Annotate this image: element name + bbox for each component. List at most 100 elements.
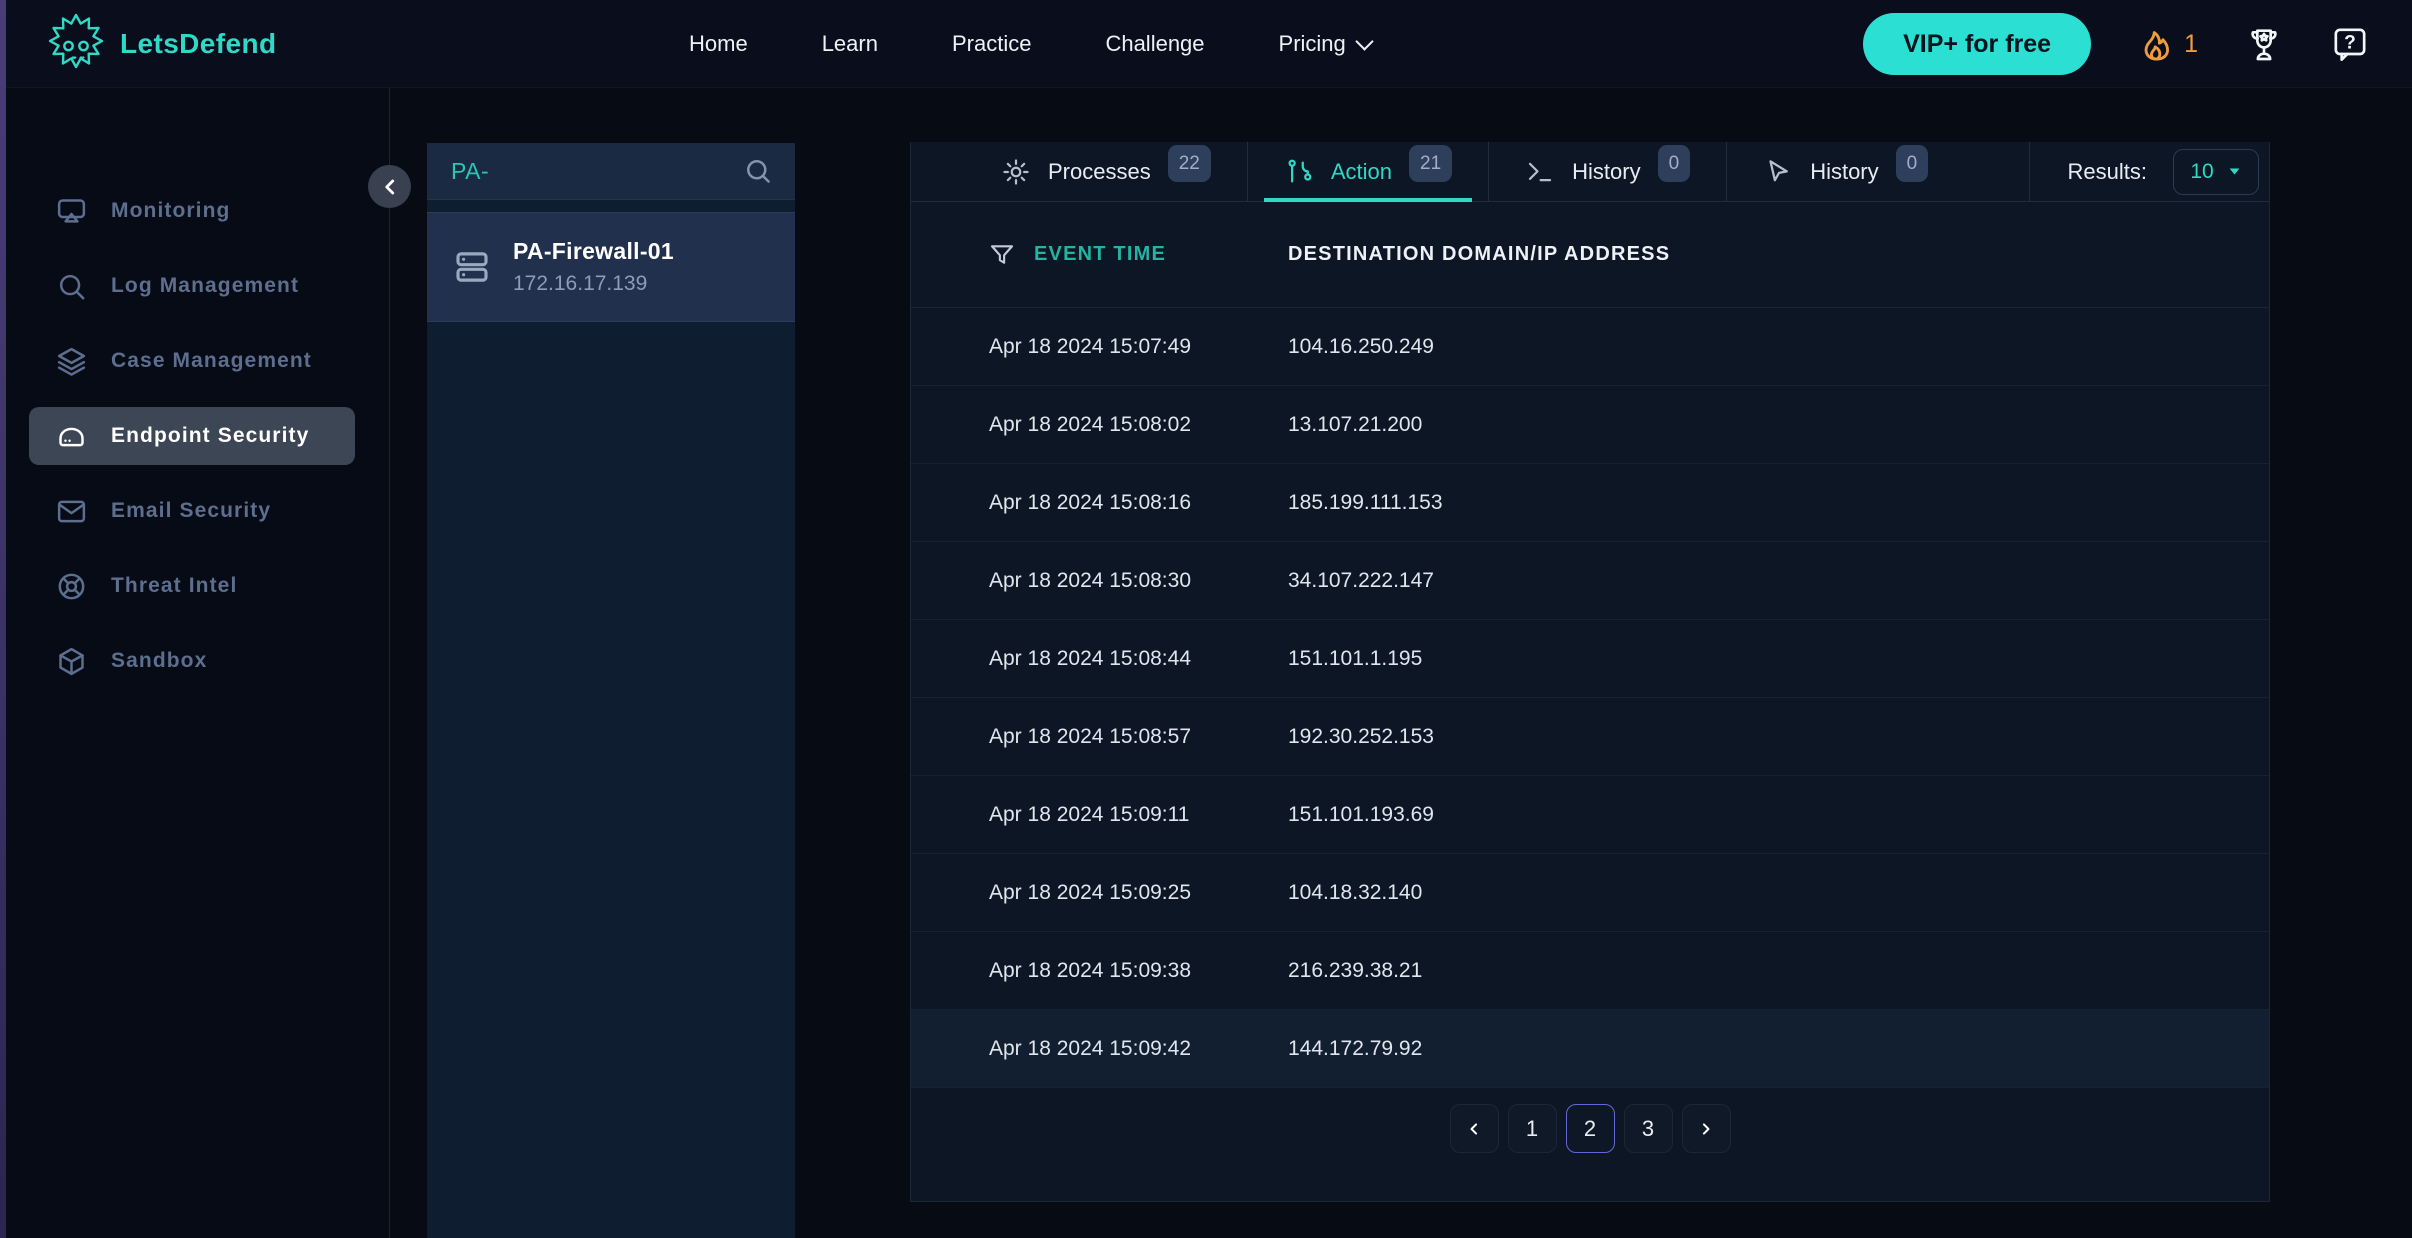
device-list-item[interactable]: PA-Firewall-01 172.16.17.139 bbox=[427, 212, 795, 322]
event-time-cell: Apr 18 2024 15:08:30 bbox=[989, 569, 1288, 593]
device-panel: PA-Firewall-01 172.16.17.139 bbox=[427, 143, 795, 1238]
nav-item[interactable]: Home bbox=[689, 31, 748, 57]
table-row[interactable]: Apr 18 2024 15:08:02 13.107.21.200 bbox=[911, 386, 2269, 464]
event-time-cell: Apr 18 2024 15:08:44 bbox=[989, 647, 1288, 671]
event-time-cell: Apr 18 2024 15:09:25 bbox=[989, 881, 1288, 905]
tab-bar: Processes 22 Action 21 History 0 bbox=[911, 142, 2269, 202]
nav-item[interactable]: Pricing bbox=[1279, 31, 1371, 57]
destination-cell: 216.239.38.21 bbox=[1288, 959, 1422, 983]
monitor-icon bbox=[55, 195, 88, 228]
search-icon bbox=[743, 156, 773, 186]
svg-text:?: ? bbox=[2344, 32, 2356, 53]
caret-down-icon bbox=[2227, 166, 2242, 177]
tab[interactable]: Processes 22 bbox=[911, 142, 1247, 201]
layers-icon bbox=[55, 345, 88, 378]
terminal-icon bbox=[1525, 157, 1555, 187]
letsdefend-app: LetsDefend Home Learn Practice Challenge… bbox=[0, 0, 2412, 1238]
next-page-button[interactable] bbox=[1682, 1104, 1731, 1153]
destination-cell: 151.101.1.195 bbox=[1288, 647, 1422, 671]
sidebar-item[interactable]: Log Management bbox=[29, 257, 355, 315]
results-label: Results: bbox=[2068, 159, 2147, 185]
table-row[interactable]: Apr 18 2024 15:08:30 34.107.222.147 bbox=[911, 542, 2269, 620]
sidebar-item-label: Log Management bbox=[111, 274, 299, 298]
device-search-input[interactable] bbox=[451, 158, 721, 185]
sidebar-item[interactable]: Endpoint Security bbox=[29, 407, 355, 465]
page-number-button[interactable]: 2 bbox=[1566, 1104, 1615, 1153]
results-control: Results: 10 bbox=[2029, 142, 2269, 201]
event-time-cell: Apr 18 2024 15:07:49 bbox=[989, 335, 1288, 359]
destination-cell: 104.18.32.140 bbox=[1288, 881, 1422, 905]
streak-count: 1 bbox=[2184, 30, 2198, 59]
destination-cell: 185.199.111.153 bbox=[1288, 491, 1443, 515]
device-search-box bbox=[427, 143, 795, 200]
destination-cell: 192.30.252.153 bbox=[1288, 725, 1434, 749]
chevron-right-icon bbox=[1696, 1119, 1716, 1139]
sidebar-item-label: Email Security bbox=[111, 499, 271, 523]
destination-cell: 144.172.79.92 bbox=[1288, 1037, 1422, 1061]
nav-item[interactable]: Learn bbox=[822, 31, 878, 57]
brand-name: LetsDefend bbox=[120, 28, 276, 60]
nav-item[interactable]: Practice bbox=[952, 31, 1031, 57]
sidebar-item[interactable]: Email Security bbox=[29, 482, 355, 540]
page-number-button[interactable]: 1 bbox=[1508, 1104, 1557, 1153]
server-icon bbox=[451, 246, 493, 288]
help-icon[interactable]: ? bbox=[2330, 24, 2370, 64]
tab-count-badge: 0 bbox=[1658, 145, 1691, 182]
nav-item[interactable]: Challenge bbox=[1105, 31, 1204, 57]
vip-button[interactable]: VIP+ for free bbox=[1863, 13, 2091, 75]
destination-cell: 151.101.193.69 bbox=[1288, 803, 1434, 827]
event-time-cell: Apr 18 2024 15:08:16 bbox=[989, 491, 1288, 515]
log-search-icon bbox=[55, 270, 88, 303]
brand[interactable]: LetsDefend bbox=[48, 13, 276, 74]
event-time-cell: Apr 18 2024 15:08:02 bbox=[989, 413, 1288, 437]
sidebar-item-label: Case Management bbox=[111, 349, 312, 373]
sidebar-item[interactable]: Monitoring bbox=[29, 182, 355, 240]
tab-count-badge: 0 bbox=[1896, 145, 1929, 182]
results-per-page-select[interactable]: 10 bbox=[2173, 149, 2259, 195]
streak-counter[interactable]: 1 bbox=[2137, 25, 2198, 63]
tab[interactable]: Action 21 bbox=[1247, 142, 1488, 201]
previous-page-button[interactable] bbox=[1450, 1104, 1499, 1153]
device-name: PA-Firewall-01 bbox=[513, 238, 674, 265]
device-ip: 172.16.17.139 bbox=[513, 272, 674, 296]
sidebar-item-label: Endpoint Security bbox=[111, 424, 309, 448]
page-number-button[interactable]: 3 bbox=[1624, 1104, 1673, 1153]
tab-label: History bbox=[1572, 159, 1640, 185]
sidebar-item-label: Sandbox bbox=[111, 649, 207, 673]
table-row[interactable]: Apr 18 2024 15:09:42 144.172.79.92 bbox=[911, 1010, 2269, 1088]
event-time-cell: Apr 18 2024 15:09:11 bbox=[989, 803, 1288, 827]
sidebar-item-label: Monitoring bbox=[111, 199, 230, 223]
filter-icon[interactable] bbox=[987, 240, 1017, 270]
gear-icon bbox=[1001, 157, 1031, 187]
tab-count-badge: 21 bbox=[1409, 145, 1452, 182]
table-row[interactable]: Apr 18 2024 15:07:49 104.16.250.249 bbox=[911, 308, 2269, 386]
tab-count-badge: 22 bbox=[1168, 145, 1211, 182]
topbar-right: VIP+ for free 1 bbox=[1863, 0, 2370, 88]
trophy-icon[interactable] bbox=[2244, 24, 2284, 64]
event-time-cell: Apr 18 2024 15:09:38 bbox=[989, 959, 1288, 983]
table-row[interactable]: Apr 18 2024 15:09:11 151.101.193.69 bbox=[911, 776, 2269, 854]
sidebar-item[interactable]: Case Management bbox=[29, 332, 355, 390]
sandbox-icon bbox=[55, 645, 88, 678]
column-header-event-time: EVENT TIME bbox=[987, 240, 1288, 270]
sidebar-item[interactable]: Sandbox bbox=[29, 632, 355, 690]
tab-label: History bbox=[1810, 159, 1878, 185]
event-table-body: Apr 18 2024 15:07:49 104.16.250.249 Apr … bbox=[911, 308, 2269, 1088]
table-row[interactable]: Apr 18 2024 15:09:38 216.239.38.21 bbox=[911, 932, 2269, 1010]
table-row[interactable]: Apr 18 2024 15:09:25 104.18.32.140 bbox=[911, 854, 2269, 932]
top-navigation: Home Learn Practice Challenge Pricing bbox=[689, 0, 1371, 88]
table-row[interactable]: Apr 18 2024 15:08:16 185.199.111.153 bbox=[911, 464, 2269, 542]
table-row[interactable]: Apr 18 2024 15:08:57 192.30.252.153 bbox=[911, 698, 2269, 776]
letsdefend-logo-icon bbox=[48, 13, 104, 74]
destination-cell: 104.16.250.249 bbox=[1288, 335, 1434, 359]
tab[interactable]: History 0 bbox=[1488, 142, 1726, 201]
tab[interactable]: History 0 bbox=[1726, 142, 1964, 201]
mail-icon bbox=[55, 495, 88, 528]
table-row[interactable]: Apr 18 2024 15:08:44 151.101.1.195 bbox=[911, 620, 2269, 698]
sidebar-item-label: Threat Intel bbox=[111, 574, 237, 598]
pagination: 1 2 3 bbox=[911, 1104, 2269, 1153]
sidebar-item[interactable]: Threat Intel bbox=[29, 557, 355, 615]
sidebar-collapse-button[interactable] bbox=[368, 165, 411, 208]
table-header: EVENT TIME DESTINATION DOMAIN/IP ADDRESS bbox=[911, 202, 2269, 308]
results-value: 10 bbox=[2190, 160, 2213, 184]
